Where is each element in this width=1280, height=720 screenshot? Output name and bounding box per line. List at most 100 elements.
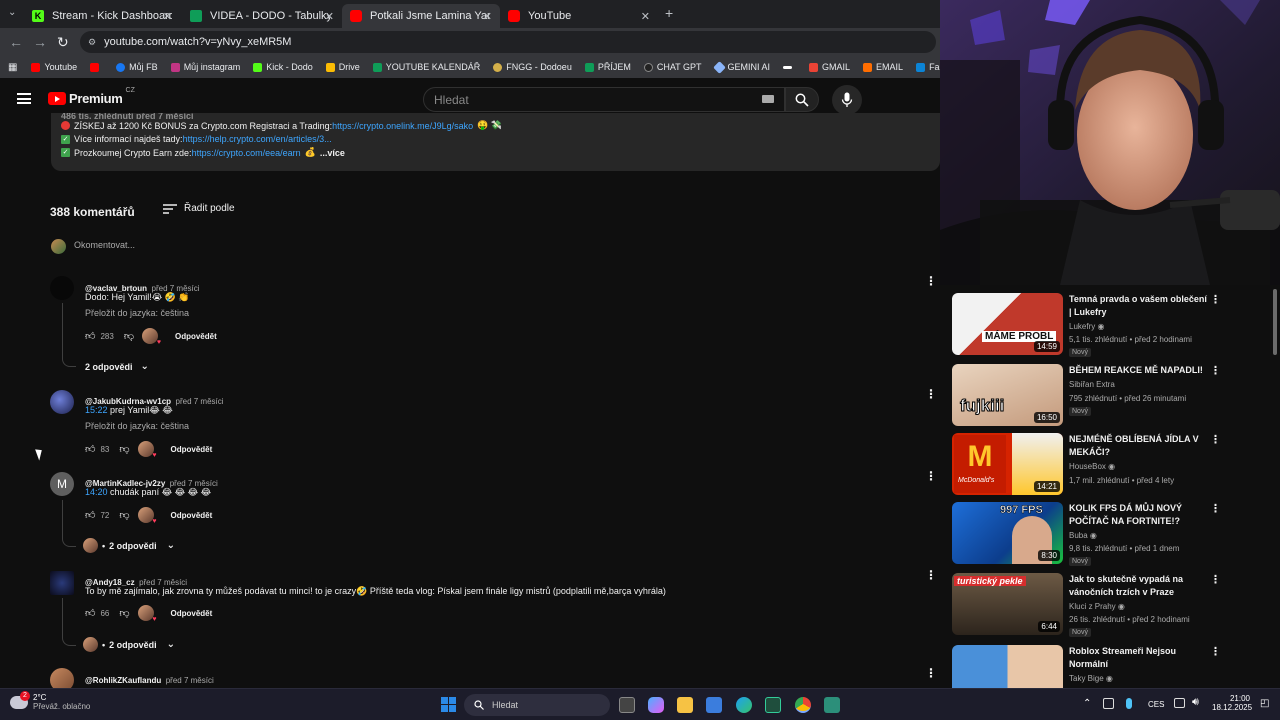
forward-arrow-icon[interactable]: → — [33, 34, 47, 50]
app-icon[interactable] — [824, 697, 840, 713]
comment-time[interactable]: před 7 měsíci — [176, 397, 224, 406]
hamburger-menu-icon[interactable] — [17, 93, 31, 104]
bookmark-kick[interactable]: Kick - Dodo — [253, 62, 313, 72]
close-icon[interactable]: ✕ — [325, 10, 334, 23]
like-icon[interactable]: 👍︎ — [85, 509, 95, 521]
dislike-icon[interactable]: 👎︎ — [119, 607, 129, 619]
tray-network-icon[interactable] — [1103, 698, 1114, 709]
store-icon[interactable] — [706, 697, 722, 713]
comment-more-icon[interactable]: ⋮ — [925, 568, 937, 582]
edge-icon[interactable] — [736, 697, 752, 713]
taskbar-search-box[interactable]: Hledat — [464, 694, 610, 716]
like-icon[interactable]: 👍︎ — [85, 443, 95, 455]
crypto-earn-link[interactable]: https://crypto.com/eea/earn — [192, 148, 301, 158]
video-timestamp-link[interactable]: 15:22 — [85, 405, 108, 415]
bookmark-email[interactable]: EMAIL — [863, 62, 903, 72]
reply-button[interactable]: Odpovědět — [171, 609, 213, 618]
bookmark-youtube[interactable]: Youtube — [31, 62, 77, 72]
video-thumbnail[interactable]: turistický pekle 6:44 — [952, 573, 1063, 635]
reply-button[interactable]: Odpovědět — [175, 332, 217, 341]
bookmark-gmail[interactable]: GMAIL — [809, 62, 850, 72]
video-more-icon[interactable]: ⋮ — [1210, 293, 1221, 306]
dislike-icon[interactable]: 👎︎ — [124, 330, 134, 342]
video-timestamp-link[interactable]: 14:20 — [85, 487, 108, 497]
voice-search-button[interactable] — [832, 85, 862, 115]
like-icon[interactable]: 👍︎ — [85, 607, 95, 619]
channel-name[interactable]: Sibiřan Extra — [1069, 380, 1115, 389]
video-thumbnail[interactable]: fujkiii 16:50 — [952, 364, 1063, 426]
recommended-video[interactable]: MÁME PROBL 14:59 Temná pravda o vašem ob… — [952, 293, 1272, 357]
channel-name[interactable]: Buba ◉ — [1069, 531, 1097, 540]
site-info-icon[interactable]: ⚙ — [88, 37, 96, 48]
comment-more-icon[interactable]: ⋮ — [925, 387, 937, 401]
bookmark-youtube-2[interactable] — [90, 62, 103, 72]
video-title[interactable]: Jak to skutečně vypadá na vánočních trzí… — [1069, 573, 1209, 599]
tab-current-video[interactable]: Potkali Jsme Lamina Yamala Při ✕ — [342, 4, 500, 28]
tab-kick-dashboard[interactable]: K Stream - Kick Dashboard ✕ — [24, 4, 180, 28]
comment-more-icon[interactable]: ⋮ — [925, 274, 937, 288]
apps-grid-icon[interactable]: ▦ — [8, 62, 17, 73]
like-icon[interactable]: 👍︎ — [85, 330, 95, 342]
avatar[interactable] — [50, 571, 74, 595]
tab-videa-sheets[interactable]: VIDEA - DODO - Tabulky Goog ✕ — [182, 4, 342, 28]
weather-widget[interactable]: 2 2°C Převáž. oblačno — [10, 690, 90, 711]
chrome-icon[interactable] — [795, 697, 811, 713]
reply-button[interactable]: Odpovědět — [171, 511, 213, 520]
channel-name[interactable]: HouseBox ◉ — [1069, 462, 1115, 471]
comment-author[interactable]: @RohlikZKauflandu — [85, 676, 161, 685]
recommended-video[interactable]: 997 FPS 8:30 KOLIK FPS DÁ MŮJ NOVÝ POČÍT… — [952, 502, 1272, 566]
file-explorer-icon[interactable] — [677, 697, 693, 713]
comment-more-icon[interactable]: ⋮ — [925, 666, 937, 680]
back-arrow-icon[interactable]: ← — [9, 34, 23, 50]
clock[interactable]: 21:00 18.12.2025 — [1212, 694, 1252, 712]
recommended-video[interactable]: Roblox Streameři Nejsou Normální Taky Bi… — [952, 645, 1272, 688]
video-thumbnail[interactable]: MÁME PROBL 14:59 — [952, 293, 1063, 355]
close-icon[interactable]: ✕ — [483, 10, 492, 23]
show-more-button[interactable]: ...více — [320, 148, 345, 158]
bookmark-faktury[interactable]: Faktury - Vytváření — [916, 62, 940, 72]
bookmark-facebook[interactable]: Můj FB — [116, 62, 158, 72]
dislike-icon[interactable]: 👎︎ — [119, 443, 129, 455]
scrollbar-thumb[interactable] — [1273, 289, 1277, 355]
video-title[interactable]: NEJMÉNĚ OBLÍBENÁ JÍDLA V MEKÁČI? — [1069, 433, 1209, 459]
search-input[interactable]: Hledat — [423, 87, 785, 112]
bookmark-prijem[interactable]: PŘÍJEM — [584, 62, 631, 72]
close-icon[interactable]: ✕ — [163, 10, 172, 23]
video-title[interactable]: KOLIK FPS DÁ MŮJ NOVÝ POČÍTAČ NA FORTNIT… — [1069, 502, 1209, 528]
terminal-icon[interactable] — [765, 697, 781, 713]
bookmark-instagram[interactable]: Můj instagram — [170, 62, 240, 72]
video-more-icon[interactable]: ⋮ — [1210, 573, 1221, 586]
video-title[interactable]: BĚHEM REAKCE MĚ NAPADLI! — [1069, 364, 1209, 377]
avatar[interactable] — [50, 276, 74, 300]
video-description[interactable]: 486 tis. zhlédnutí před 7 měsíci ZÍSKEJ … — [51, 113, 940, 171]
bookmark-gemini[interactable]: GEMINI AI — [712, 60, 770, 74]
sort-by-button[interactable]: Řadit podle — [163, 203, 235, 214]
video-title[interactable]: Roblox Streameři Nejsou Normální — [1069, 645, 1209, 671]
bookmark-drive[interactable]: Drive — [325, 62, 360, 72]
video-more-icon[interactable]: ⋮ — [1210, 364, 1221, 377]
comment-time[interactable]: před 7 měsíci — [166, 676, 214, 685]
page-scrollbar[interactable] — [1271, 285, 1279, 688]
video-more-icon[interactable]: ⋮ — [1210, 433, 1221, 446]
channel-name[interactable]: Kluci z Prahy ◉ — [1069, 602, 1125, 611]
bookmark-yt-calendar[interactable]: YOUTUBE KALENDÁŘ — [372, 62, 480, 72]
video-more-icon[interactable]: ⋮ — [1210, 502, 1221, 515]
notification-bell-icon[interactable]: ◰ — [1260, 698, 1269, 709]
bookmark-fngg[interactable]: FNGG - Dodoeu — [493, 62, 572, 72]
bookmark-blank[interactable] — [783, 65, 796, 69]
keyboard-icon[interactable] — [762, 95, 774, 103]
url-omnibox[interactable]: ⚙ youtube.com/watch?v=yNvy_xeMR5M — [80, 31, 936, 53]
reply-button[interactable]: Odpovědět — [171, 445, 213, 454]
close-icon[interactable]: ✕ — [641, 10, 650, 23]
crypto-referral-link[interactable]: https://crypto.onelink.me/J9Lg/sako — [332, 121, 473, 131]
bookmark-chatgpt[interactable]: CHAT GPT — [643, 62, 702, 72]
language-indicator[interactable]: CES — [1148, 700, 1164, 709]
dislike-icon[interactable]: 👎︎ — [119, 509, 129, 521]
view-replies-button[interactable]: • 2 odpovědi ⌄ — [83, 637, 175, 652]
video-thumbnail[interactable]: 997 FPS 8:30 — [952, 502, 1063, 564]
copilot-icon[interactable] — [648, 697, 664, 713]
tray-volume-icon[interactable]: 🔊︎ — [1192, 696, 1199, 709]
task-view-icon[interactable] — [619, 697, 635, 713]
channel-name[interactable]: Taky Bige ◉ — [1069, 674, 1113, 683]
channel-name[interactable]: Lukefry ◉ — [1069, 322, 1104, 331]
